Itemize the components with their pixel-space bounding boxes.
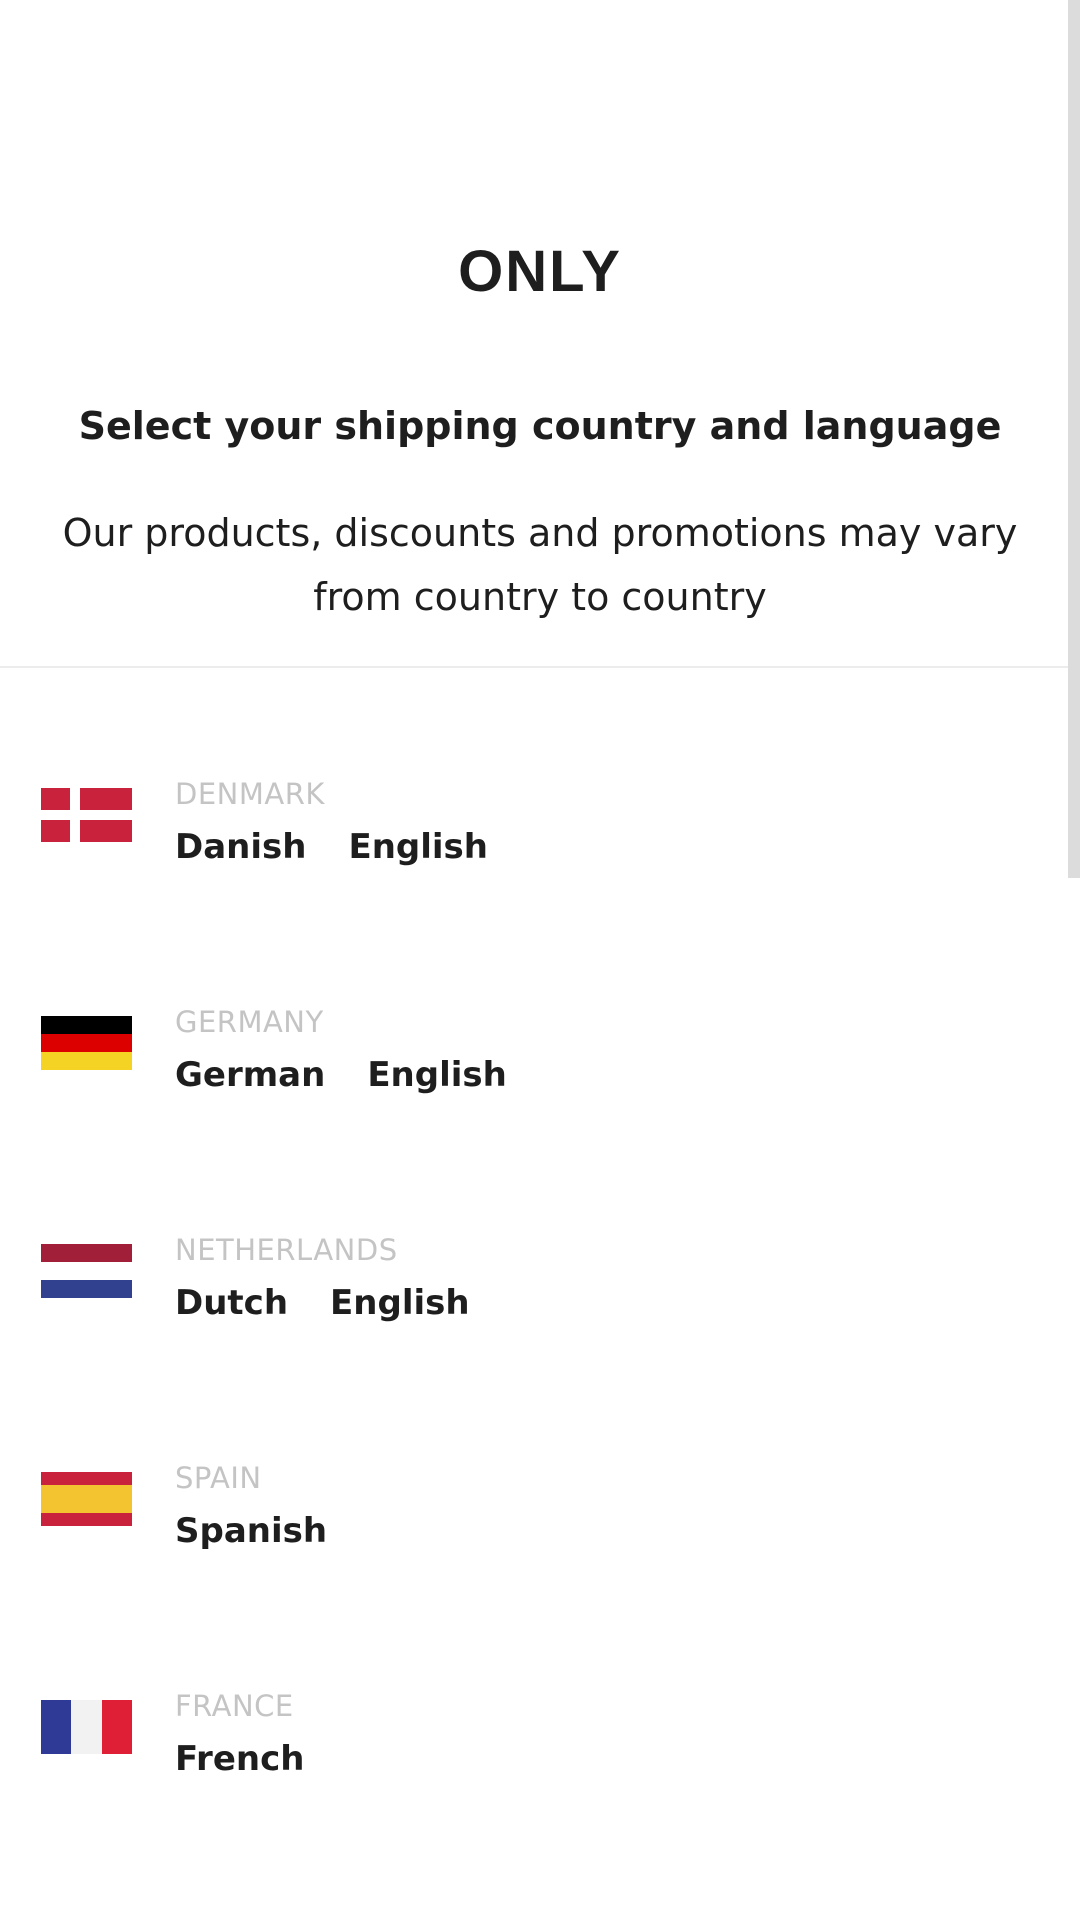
language-link-dutch[interactable]: Dutch xyxy=(175,1280,288,1326)
language-options: French xyxy=(175,1736,304,1782)
scrollbar-track[interactable] xyxy=(1068,0,1080,1920)
language-options: Dutch English xyxy=(175,1280,470,1326)
country-list: DENMARK Danish English GERMANY German En… xyxy=(0,668,1068,1808)
language-options: Danish English xyxy=(175,824,488,870)
country-name: NETHERLANDS xyxy=(175,1233,398,1267)
language-link-spanish[interactable]: Spanish xyxy=(175,1508,327,1554)
language-link-english[interactable]: English xyxy=(367,1052,507,1098)
scrollbar-thumb[interactable] xyxy=(1068,0,1080,878)
language-link-german[interactable]: German xyxy=(175,1052,325,1098)
country-row-netherlands: NETHERLANDS Dutch English xyxy=(0,1124,1068,1352)
language-options: German English xyxy=(175,1052,507,1098)
language-options: Spanish xyxy=(175,1508,327,1554)
france-flag-icon xyxy=(41,1700,132,1754)
country-row-spain: SPAIN Spanish xyxy=(0,1352,1068,1580)
page-subtitle: Our products, discounts and promotions m… xyxy=(62,511,1018,619)
brand-logo[interactable]: ONLY xyxy=(0,232,1080,312)
language-link-danish[interactable]: Danish xyxy=(175,824,306,870)
language-link-english[interactable]: English xyxy=(348,824,488,870)
page-title: Select your shipping country and languag… xyxy=(78,404,1002,448)
country-row-denmark: DENMARK Danish English xyxy=(0,668,1068,896)
netherlands-flag-icon xyxy=(41,1244,132,1298)
country-name: FRANCE xyxy=(175,1689,294,1723)
country-row-france: FRANCE French xyxy=(0,1580,1068,1808)
page-header: ONLY Select your shipping country and la… xyxy=(0,0,1080,667)
country-name: GERMANY xyxy=(175,1005,324,1039)
spain-flag-icon xyxy=(41,1472,132,1526)
germany-flag-icon xyxy=(41,1016,132,1070)
country-row-germany: GERMANY German English xyxy=(0,896,1068,1124)
country-name: SPAIN xyxy=(175,1461,262,1495)
language-link-english[interactable]: English xyxy=(330,1280,470,1326)
language-link-french[interactable]: French xyxy=(175,1736,304,1782)
country-name: DENMARK xyxy=(175,777,325,811)
denmark-flag-icon xyxy=(41,788,132,842)
